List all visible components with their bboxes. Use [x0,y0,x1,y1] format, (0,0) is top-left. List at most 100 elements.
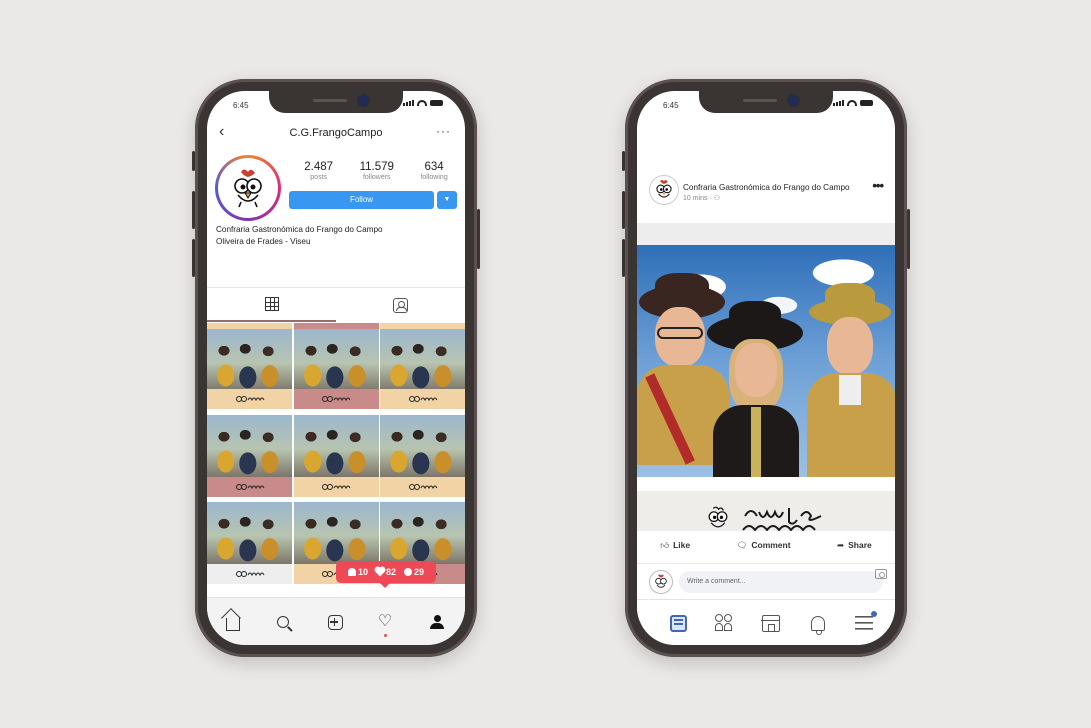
add-post-icon [327,614,343,630]
comment-input[interactable]: Write a comment... [679,571,883,593]
battery-icon [860,100,873,106]
nav-news-feed[interactable] [667,612,689,634]
marketplace-icon [761,614,780,632]
tab-grid[interactable] [207,288,336,322]
profile-stats: 2.487 posts 11.579 followers 634 following [291,161,461,181]
search-icon [277,616,289,628]
status-time: 6:45 [663,101,679,110]
camera-icon[interactable] [875,569,887,579]
wifi-icon [417,100,427,106]
menu-icon [855,611,877,630]
audience-icon: ⚇ [713,195,721,202]
post-thumbnail[interactable] [207,323,292,409]
nav-add[interactable] [325,612,345,632]
post-more-icon[interactable]: ••• [872,178,884,193]
post-thumbnail[interactable] [207,498,292,584]
post-header: Confraria Gastronómica do Frango do Camp… [637,161,895,223]
post-time: 10 mins [683,195,708,202]
post-meta: 10 mins · ⚇ [683,195,721,202]
tab-tagged[interactable] [336,288,465,322]
post-photo [380,414,465,477]
stat-posts[interactable]: 2.487 posts [304,161,333,181]
post-photo[interactable] [637,245,895,477]
frango-logo-icon [408,483,437,490]
nav-search[interactable] [273,612,293,632]
post-logo-strip [293,389,379,409]
post-thumbnail[interactable] [380,410,465,497]
bell-icon [811,615,825,635]
signal-icon [403,100,414,106]
bio-location: Oliveira de Frades - Viseu [216,236,311,246]
profile-avatar[interactable] [215,155,281,221]
instagram-screen: 6:45 ‹ C.G.FrangoCampo ··· 2.487 posts 1… [207,91,465,645]
share-button[interactable]: ➦ Share [837,540,872,551]
profile-header: ‹ C.G.FrangoCampo ··· [207,121,465,147]
facebook-screen: 6:45 Confraria Gastronómica do Frango do… [637,91,895,645]
frango-logo-icon [235,571,264,577]
post-thumbnail[interactable] [207,410,292,497]
post-logo-strip [207,564,292,584]
profile-tabs [207,287,465,322]
share-arrow-icon: ➦ [837,539,845,550]
post-photo [380,329,465,391]
post-photo [293,329,379,391]
profile-bio: Confraria Gastronómica do Frango do Camp… [216,224,383,247]
bottom-nav [637,599,895,645]
nav-friends[interactable] [713,612,735,634]
page-avatar[interactable] [649,175,679,205]
instagram-phone: 6:45 ‹ C.G.FrangoCampo ··· 2.487 posts 1… [192,79,480,657]
comment-button[interactable]: 🗨︎ Comment [737,540,791,551]
post-thumbnail[interactable] [380,323,465,409]
nav-profile[interactable] [427,612,447,632]
wifi-icon [847,100,857,106]
page-name[interactable]: Confraria Gastronómica do Frango do Camp… [683,183,850,192]
comment-bubble-icon: 🗨︎ [736,539,748,550]
commenter-avatar [649,570,673,594]
nav-activity[interactable]: ♡ [375,612,395,637]
post-thumbnail[interactable] [293,323,379,409]
nav-marketplace[interactable] [760,612,782,634]
nav-menu[interactable] [853,611,877,634]
grid-icon [264,297,279,311]
home-icon [226,618,240,631]
post-logo-strip [380,389,465,409]
notif-comments: 29 [414,567,425,577]
stat-followers[interactable]: 11.579 followers [360,161,394,181]
user-icon [347,568,356,576]
more-options-icon[interactable]: ··· [436,124,451,138]
post-photo [380,502,465,564]
post-logo-strip [207,476,292,497]
post-thumbnail[interactable] [293,410,379,497]
tagged-icon [393,297,408,313]
frango-logo-icon [235,483,264,490]
follow-dropdown-button[interactable]: ▼ [437,191,457,209]
battery-icon [430,100,443,106]
nav-notifications[interactable] [807,612,829,635]
divider [637,223,895,245]
notif-follows: 10 [357,567,368,577]
heart-icon [375,567,385,577]
frango-logo-icon [322,483,351,490]
frango-logo-icon [408,396,437,402]
post-logo-strip [380,476,465,497]
posts-grid [207,323,465,584]
post-photo [207,414,292,477]
activity-notification[interactable]: 10 82 29 [336,561,436,588]
notch [699,91,833,113]
facebook-phone: 6:45 Confraria Gastronómica do Frango do… [622,79,910,657]
post-photo [207,329,292,391]
post-actions: 👍︎ Like 🗨︎ Comment ➦ Share [637,531,895,559]
profile-username: C.G.FrangoCampo [289,127,383,139]
like-button[interactable]: 👍︎ Like [660,540,690,551]
frango-logo-icon [322,396,351,402]
bio-name: Confraria Gastronómica do Frango do Camp… [216,225,383,234]
stat-following[interactable]: 634 following [420,161,447,181]
follow-button[interactable]: Follow [289,191,434,209]
friends-icon [714,614,734,632]
rooster-logo-icon [234,169,262,208]
news-feed-icon [669,614,687,632]
nav-home[interactable] [223,612,243,632]
notif-likes: 82 [385,567,396,577]
rooster-logo-icon [655,574,667,588]
status-time: 6:45 [233,101,249,110]
